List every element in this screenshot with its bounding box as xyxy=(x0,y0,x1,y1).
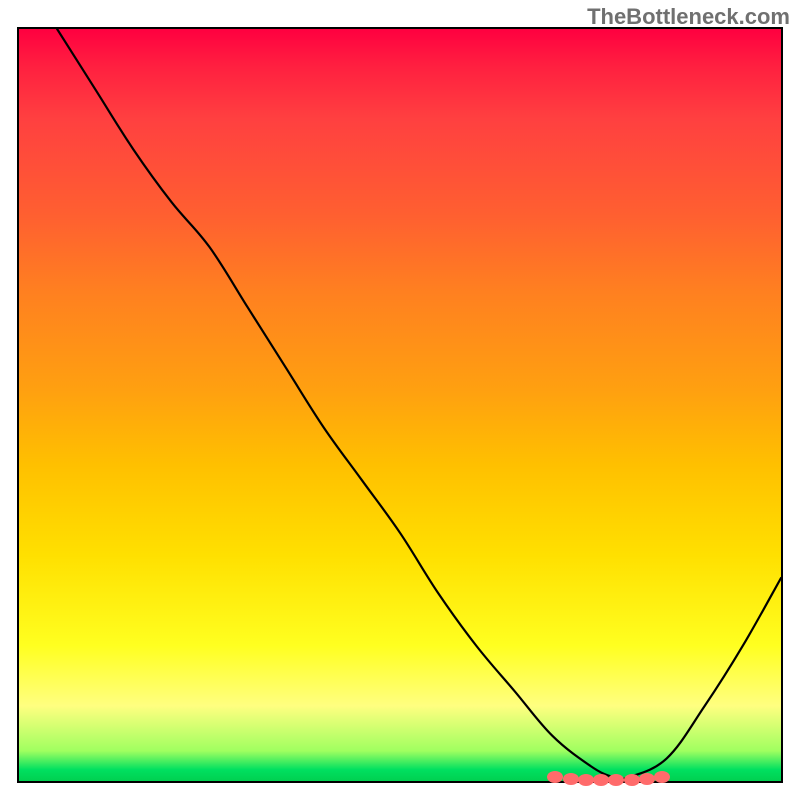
highlight-dot xyxy=(593,774,609,786)
highlight-dot xyxy=(639,773,655,785)
highlight-dot xyxy=(547,771,563,783)
highlight-dot xyxy=(654,771,670,783)
watermark-text: TheBottleneck.com xyxy=(587,4,790,30)
highlight-dot xyxy=(608,774,624,786)
highlight-dot xyxy=(624,774,640,786)
highlight-dots-layer xyxy=(19,29,781,781)
highlight-dot xyxy=(578,774,594,786)
plot-area xyxy=(17,27,783,783)
highlight-dot xyxy=(563,773,579,785)
